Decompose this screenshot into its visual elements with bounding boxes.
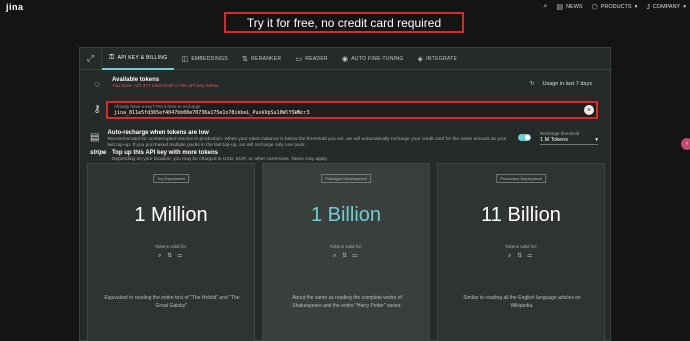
card-valid-label: Tokens valid for: <box>154 244 188 249</box>
tokens-left-text: You have ~27,477 tokens left in the API … <box>112 84 220 89</box>
expand-icon[interactable]: ⤢ <box>80 47 102 70</box>
stripe-logo: stripe <box>90 150 107 156</box>
pricing-cards: Toy Experiment 1 Million Tokens valid fo… <box>87 163 605 341</box>
card-product-icons: ⌕ ⇅ ▭ <box>332 253 360 259</box>
auto-recharge-toggle[interactable] <box>518 134 531 141</box>
card-amount: 1 Billion <box>310 204 382 226</box>
search-icon: ⌕ <box>543 3 548 10</box>
pricing-card-1b[interactable]: Prototype Development 1 Billion Tokens v… <box>262 163 430 341</box>
header-nav: ⌕ ▤ NEWS ⬡ PRODUCTS ▾ J COMPANY ▾ <box>544 0 690 14</box>
nav-products-label: PRODUCTS <box>600 4 632 10</box>
embeddings-icon: ◫ <box>181 55 189 63</box>
card-desc: About the same as reading the complete w… <box>292 295 402 309</box>
reranker-icon: ⇅ <box>241 55 249 63</box>
progress-ring-icon: ◌ <box>94 78 100 90</box>
tab-label: AUTO FINE-TUNING <box>351 55 404 62</box>
card-desc: Similar to reading all the English langu… <box>463 295 581 309</box>
company-logo-icon: J <box>646 3 650 11</box>
api-panel: ⤢ ⚿ API KEY & BILLING ◫ EMBEDDINGS ⇅ RERANK… <box>79 47 612 341</box>
pricing-card-11b[interactable]: Production Deployment 11 Billion Tokens … <box>437 163 605 341</box>
tab-integrate[interactable]: ◈ INTEGRATE <box>411 48 465 70</box>
chevron-down-icon: ▾ <box>634 4 638 10</box>
card-valid-label: Tokens valid for: <box>329 244 363 249</box>
recharge-threshold-label: Recharge threshold <box>540 131 580 136</box>
card-valid-label: Tokens valid for: <box>504 244 538 249</box>
pricing-card-1m[interactable]: Toy Experiment 1 Million Tokens valid fo… <box>87 163 255 341</box>
key-icon: ⚿ <box>109 53 115 61</box>
reader-icon: ▭ <box>295 55 303 63</box>
api-key-input[interactable]: jina_811e5fd365ef4047bb00e70736a175e1n78… <box>114 110 590 116</box>
nav-company[interactable]: J COMPANY ▾ <box>646 4 686 11</box>
chevron-down-icon: ▾ <box>683 4 686 10</box>
tab-reranker[interactable]: ⇅ RERANKER <box>235 48 288 70</box>
finetune-icon: ◉ <box>341 55 349 63</box>
integrate-icon: ◈ <box>417 55 424 63</box>
nav-products[interactable]: ⬡ PRODUCTS ▾ <box>592 3 638 11</box>
tab-label: RERANKER <box>251 55 282 62</box>
usage-label: Usage in last 7 days <box>542 81 592 87</box>
card-badge: Production Deployment <box>496 174 546 183</box>
card-amount: 11 Billion <box>481 204 561 226</box>
topup-section: stripe Top up this API key with more tok… <box>90 150 590 163</box>
auto-recharge-section: ▤ Auto-recharge when tokens are low Reco… <box>90 130 510 149</box>
tab-reader[interactable]: ▭ READER <box>288 48 335 70</box>
recharge-threshold[interactable]: Recharge threshold 1 M Tokens ▾ <box>540 131 598 145</box>
refresh-icon[interactable]: ↻ <box>530 81 535 87</box>
card-badge: Prototype Development <box>321 174 371 183</box>
nav-company-label: COMPANY <box>652 4 681 10</box>
card-amount: 1 Million <box>134 204 208 226</box>
card-product-icons: ⌕ ⇅ ▭ <box>157 253 185 259</box>
tab-embeddings[interactable]: ◫ EMBEDDINGS <box>174 48 235 70</box>
topup-title: Top up this API key with more tokens <box>112 150 219 156</box>
tab-label: INTEGRATE <box>426 55 458 62</box>
auto-recharge-title: Auto-recharge when tokens are low <box>107 130 209 136</box>
caret-down-icon: ▾ <box>595 137 598 143</box>
clear-icon[interactable]: × <box>584 105 594 115</box>
news-icon: ▤ <box>556 4 564 11</box>
recharge-threshold-value: 1 M Tokens <box>540 137 569 143</box>
api-key-hint: Already have a key? Put it here to recha… <box>114 104 201 109</box>
tab-api-key-billing[interactable]: ⚿ API KEY & BILLING <box>102 48 175 70</box>
tab-label: API KEY & BILLING <box>117 54 168 61</box>
nav-news-label: NEWS <box>566 4 583 10</box>
tab-bar: ⤢ ⚿ API KEY & BILLING ◫ EMBEDDINGS ⇅ RERANK… <box>80 47 612 70</box>
jina-logo[interactable]: jina <box>6 2 24 12</box>
card-badge: Toy Experiment <box>153 174 189 183</box>
auto-recharge-desc: Recommended for uninterrupted service in… <box>107 137 507 148</box>
api-key-field[interactable]: Already have a key? Put it here to recha… <box>106 101 598 119</box>
card-desc: Equivalent to reading the entire text of… <box>104 295 240 309</box>
recharge-icon: ▤ <box>90 131 100 143</box>
nav-news[interactable]: ▤ NEWS <box>556 3 582 11</box>
tab-auto-fine-tuning[interactable]: ◉ AUTO FINE-TUNING <box>335 48 411 70</box>
tab-label: READER <box>305 55 328 62</box>
available-tokens-title: Available tokens <box>112 77 160 83</box>
key-icon: ⚷ <box>93 103 101 115</box>
floating-help-button[interactable]: ‹ <box>681 138 690 150</box>
usage-link[interactable]: ↻ Usage in last 7 days <box>530 81 592 87</box>
cube-icon: ⬡ <box>591 4 598 11</box>
free-trial-banner: Try it for free, no credit card required <box>224 12 464 33</box>
available-tokens-section: ◌ Available tokens You have ~27,477 toke… <box>90 77 219 91</box>
card-product-icons: ⌕ ⇅ ▭ <box>507 253 535 259</box>
tab-label: EMBEDDINGS <box>191 55 228 62</box>
recharge-threshold-select[interactable]: 1 M Tokens ▾ <box>540 137 598 145</box>
search-button[interactable]: ⌕ <box>544 3 548 11</box>
